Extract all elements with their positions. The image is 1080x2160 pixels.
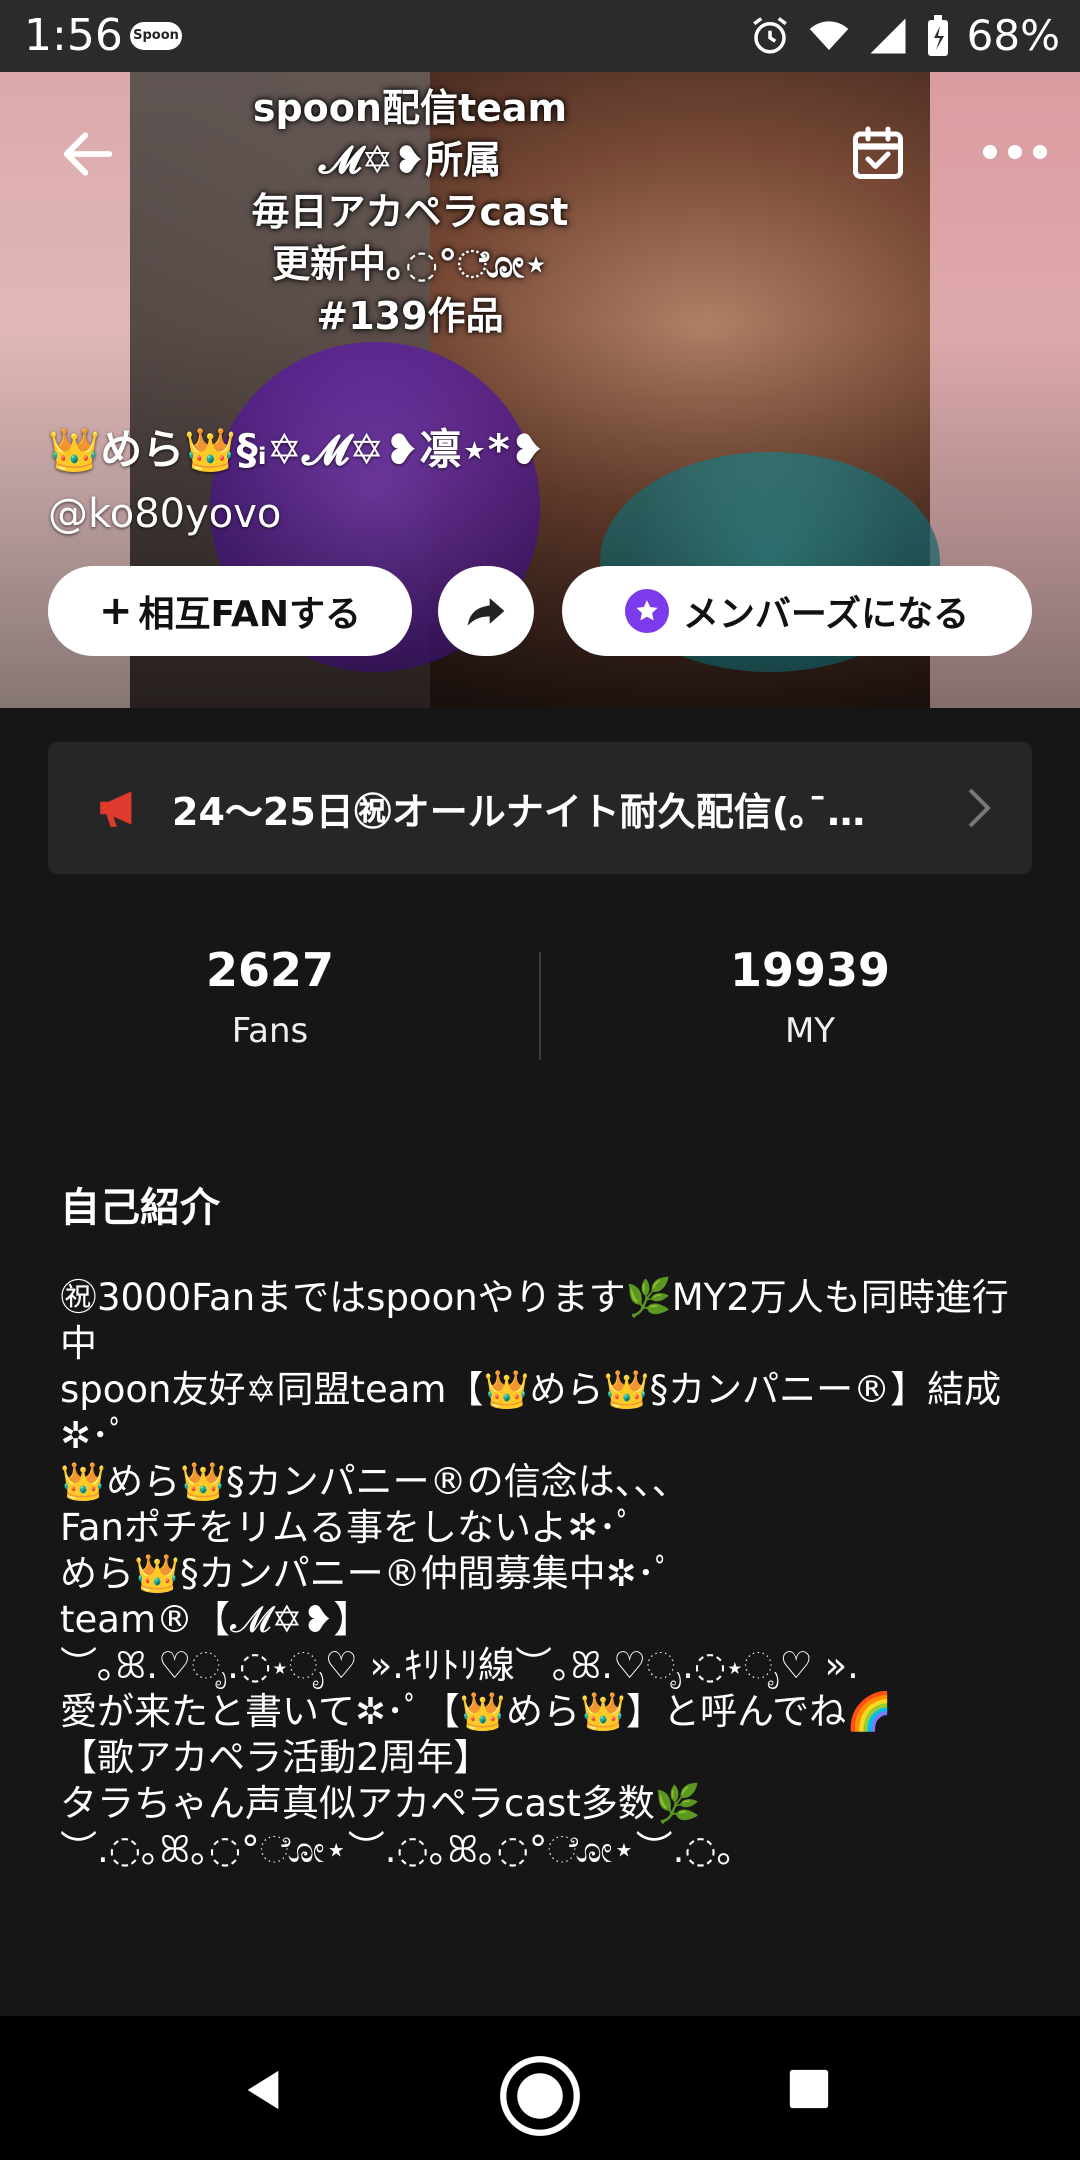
fans-count: 2627	[205, 943, 335, 997]
become-member-button[interactable]: メンバーズになる	[562, 566, 1032, 656]
nav-home-icon[interactable]	[498, 2054, 582, 2138]
announcement-banner[interactable]: 24〜25日㊗オールナイト耐久配信(｡¯…	[48, 742, 1032, 874]
cover-text-line: 𝓜✡❥所属	[318, 138, 502, 182]
plus-icon: +	[99, 588, 133, 634]
nav-back-icon[interactable]	[240, 2066, 286, 2114]
status-bar: 1:56 Spoon 68%	[0, 0, 1080, 72]
bio-title: 自己紹介	[60, 1185, 220, 1231]
signal-icon	[870, 18, 906, 54]
battery-icon	[927, 15, 948, 56]
fans-stat[interactable]: 2627 Fans	[0, 940, 540, 1056]
back-arrow-icon[interactable]	[56, 122, 120, 186]
cover-text-line: #139作品	[316, 294, 504, 338]
member-button-label: メンバーズになる	[682, 594, 970, 635]
system-navigation-bar	[0, 2016, 1080, 2160]
profile-name: 👑めら👑§ᵢ✡𝓜✡❥凛⋆*❥	[48, 425, 545, 474]
alarm-icon	[752, 17, 787, 54]
cover-text-line: spoon配信team	[252, 86, 568, 130]
more-horizontal-icon[interactable]	[980, 132, 1050, 172]
cover-text-line: 毎日アカペラcast	[251, 190, 569, 234]
fans-label: Fans	[231, 1011, 309, 1051]
fan-button-label: 相互FANする	[138, 594, 361, 635]
calendar-check-icon[interactable]	[848, 124, 908, 184]
members-star-icon	[624, 589, 669, 633]
nav-recent-icon[interactable]	[786, 2066, 832, 2112]
status-icons: 68%	[749, 12, 1060, 60]
my-stat[interactable]: 19939 MY	[540, 940, 1080, 1056]
cover-text-line: 更新中｡◌°ೋ⋆	[272, 242, 548, 286]
spoon-notification-icon: Spoon	[130, 22, 182, 50]
status-time: 1:56	[24, 10, 123, 61]
share-button[interactable]	[438, 566, 534, 656]
wifi-icon	[809, 21, 848, 50]
mutual-fan-button[interactable]: + 相互FANする	[48, 566, 412, 656]
bio-text: ㊗3000Fanまではspoonやります🌿MY2万人も同時進行中 spoon友好…	[60, 1276, 1009, 1871]
profile-header: spoon配信team 𝓜✡❥所属 毎日アカペラcast 更新中｡◌°ೋ⋆ #1…	[0, 72, 1080, 708]
my-label: MY	[784, 1011, 836, 1051]
share-icon	[467, 598, 505, 626]
megaphone-icon	[100, 791, 132, 827]
battery-percent: 68%	[966, 11, 1060, 60]
chevron-right-icon	[968, 788, 991, 828]
profile-handle: @ko80yovo	[48, 491, 282, 537]
cover-overlay-text: spoon配信team 𝓜✡❥所属 毎日アカペラcast 更新中｡◌°ೋ⋆ #1…	[200, 82, 620, 342]
announcement-text: 24〜25日㊗オールナイト耐久配信(｡¯…	[172, 789, 866, 834]
my-count: 19939	[729, 943, 891, 997]
